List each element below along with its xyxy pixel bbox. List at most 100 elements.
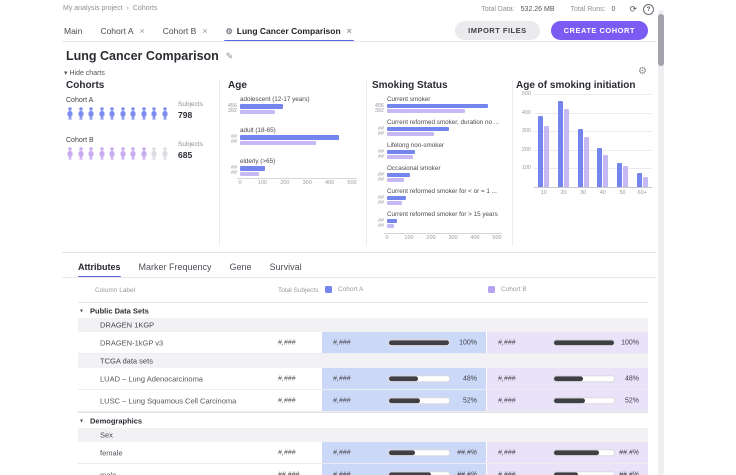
bar-value-labels: 456392	[224, 104, 237, 114]
tab-cohort-b[interactable]: Cohort B×	[161, 24, 210, 42]
table-row-tcga-data-sets[interactable]: TCGA data sets	[78, 354, 648, 368]
table-tabbar-divider	[62, 277, 656, 278]
table-tab-label: Attributes	[78, 262, 121, 272]
grid-line	[534, 150, 652, 151]
table-tab-attributes[interactable]: Attributes	[78, 262, 121, 278]
x-axis-tick-label: 300	[299, 180, 315, 186]
x-axis-tick-label: 200	[423, 235, 439, 241]
smoking-status-panel: Smoking Status Current smoker456392Curre…	[372, 80, 510, 246]
cell-percent: ##.#%	[619, 471, 639, 475]
cell-bar-fill	[554, 398, 585, 404]
page-title: Lung Cancer Comparison	[66, 49, 219, 63]
caret-down-icon: ▾	[80, 417, 83, 424]
cohort-b-cell: #,###48%	[487, 368, 648, 389]
x-axis-tick-label: 100	[254, 180, 270, 186]
cell-value: #,###	[333, 471, 351, 475]
table-row-sex[interactable]: Sex	[78, 428, 648, 442]
chart-settings-gear-icon[interactable]: ⚙	[638, 66, 647, 77]
import-files-button[interactable]: IMPORT FILES	[455, 21, 540, 40]
y-axis-tick-label: 300	[516, 128, 531, 134]
total-data-label: Total Data:	[481, 6, 514, 13]
cell-value: #,###	[498, 471, 516, 475]
bar-cohort-b	[544, 126, 549, 187]
table-row-public-data-sets[interactable]: ▾Public Data Sets	[78, 302, 648, 318]
close-icon[interactable]: ×	[347, 26, 352, 36]
bar-cohort-a	[387, 150, 415, 154]
age-bar-chart: adolescent (12-17 years)456392adult (18-…	[224, 80, 360, 246]
bar-value-labels: ####	[372, 127, 384, 137]
y-axis-tick-label: 400	[516, 110, 531, 116]
bar-cohort-b	[584, 137, 589, 187]
cell-bar-track	[388, 375, 450, 383]
table-row-lusc-lung-squamous-cell-carcinoma[interactable]: LUSC – Lung Squamous Cell Carcinoma#,###…	[78, 390, 648, 412]
table-tab-label: Marker Frequency	[139, 262, 212, 272]
table-row-dragen-1kgp[interactable]: DRAGEN 1KGP	[78, 318, 648, 332]
cell-percent: 52%	[625, 397, 639, 404]
breadcrumb-section[interactable]: Cohorts	[133, 5, 158, 12]
person-icon	[119, 147, 127, 160]
tab-main[interactable]: Main	[62, 24, 84, 42]
bar-cohort-b	[240, 141, 316, 146]
bar-cohort-b	[603, 155, 608, 188]
cell-bar-fill	[389, 450, 415, 456]
panel-divider	[219, 80, 220, 246]
table-row-dragen-1kgp-v3[interactable]: DRAGEN-1kGP v3#,####,###100%#,###100%	[78, 332, 648, 354]
cell-percent: 52%	[463, 397, 477, 404]
cell-bar-fill	[389, 340, 449, 346]
cell-bar-fill	[554, 450, 599, 456]
group-label: Public Data Sets	[90, 306, 149, 315]
breadcrumb-project[interactable]: My analysis project	[63, 5, 123, 12]
bar-value-labels: ####	[372, 196, 384, 206]
cohorts-panel: Cohorts Cohort ASubjects798Cohort BSubje…	[62, 80, 214, 246]
help-icon[interactable]: ?	[643, 4, 654, 15]
x-axis-tick-label: 0	[379, 235, 395, 241]
table-tab-marker-frequency[interactable]: Marker Frequency	[139, 262, 212, 278]
breadcrumb: My analysis project › Cohorts	[63, 5, 157, 12]
bar-cohort-a	[387, 173, 410, 177]
cell-percent: ##.#%	[457, 449, 477, 456]
edit-title-icon[interactable]: ✎	[226, 51, 234, 62]
x-axis-tick-label: 10	[536, 190, 552, 196]
close-icon[interactable]: ×	[202, 26, 207, 36]
table-tab-gene[interactable]: Gene	[230, 262, 252, 278]
cell-percent: 48%	[463, 375, 477, 382]
hide-charts-toggle[interactable]: ▾ Hide charts	[64, 69, 105, 77]
refresh-icon[interactable]: ⟳	[629, 5, 637, 14]
scrollbar-track[interactable]	[658, 10, 664, 475]
person-icon	[150, 147, 158, 160]
grid-line	[534, 113, 652, 114]
table-row-female[interactable]: female#,####,#####.#%#,#####.#%	[78, 442, 648, 464]
cohort-b-legend: Cohort B	[488, 286, 527, 293]
tab-cohort-a[interactable]: Cohort A×	[98, 24, 146, 42]
cell-value: #,###	[498, 375, 516, 382]
create-cohort-button[interactable]: CREATE COHORT	[551, 21, 648, 40]
x-axis-tick-label: 100	[401, 235, 417, 241]
subjects-block: Subjects798	[178, 101, 203, 120]
close-icon[interactable]: ×	[140, 26, 145, 36]
bar-cohort-b	[387, 201, 402, 205]
person-icon	[140, 147, 148, 160]
subjects-label: Subjects	[178, 101, 203, 108]
table-row-luad-lung-adenocarcinoma[interactable]: LUAD – Lung Adenocarcinoma#,####,###48%#…	[78, 368, 648, 390]
cohort-b-cell: #,#####.#%	[487, 442, 648, 463]
scrollbar-thumb[interactable]	[658, 14, 664, 66]
cell-bar-track	[388, 471, 450, 475]
initiation-bar-chart: 100200300400500102030405060+	[516, 80, 656, 246]
table-row-male[interactable]: male##,####,#####.#%#,#####.#%	[78, 464, 648, 475]
tab-lung-cancer-comparison[interactable]: ⚙Lung Cancer Comparison×	[224, 24, 354, 42]
x-axis-tick-label: 0	[232, 180, 248, 186]
bar-cohort-a	[240, 104, 283, 109]
cohort-a-cell: #,#####.#%	[322, 442, 486, 463]
row-total-subjects: #,###	[278, 449, 296, 456]
cell-percent: 100%	[459, 339, 477, 346]
table-row-demographics[interactable]: ▾Demographics	[78, 412, 648, 428]
table-tab-survival[interactable]: Survival	[270, 262, 302, 278]
bar-cohort-a	[240, 135, 339, 140]
tab-label: Main	[64, 26, 82, 36]
bar-category-label: Occasional smoker	[387, 165, 441, 172]
grid-line	[534, 131, 652, 132]
bar-cohort-b	[387, 109, 465, 113]
subjects-block: Subjects685	[178, 141, 203, 160]
bar-category-label: adult (18-65)	[240, 127, 276, 134]
person-icon	[161, 147, 169, 160]
